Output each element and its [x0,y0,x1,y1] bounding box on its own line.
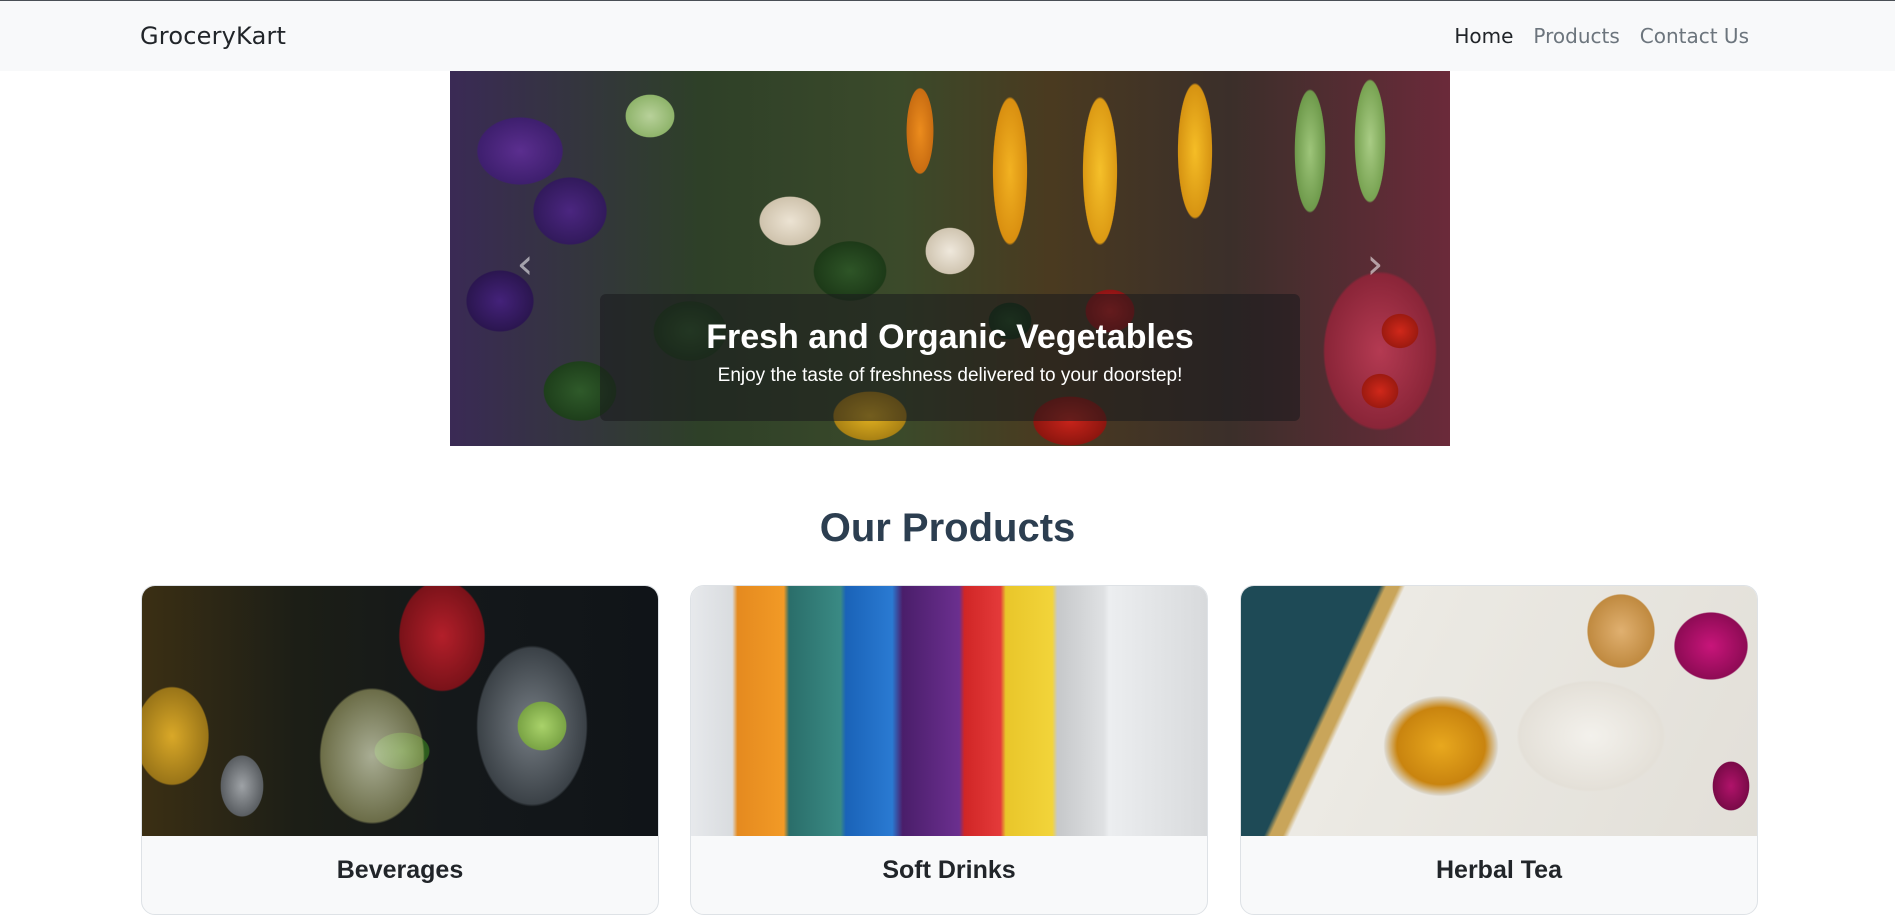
soft-drinks-image [691,586,1207,836]
chevron-left-icon[interactable]: ‹ [512,243,538,285]
hero-carousel: Fresh and Organic Vegetables Enjoy the t… [450,71,1450,446]
nav-link-products[interactable]: Products [1533,24,1619,48]
product-card-beverages[interactable]: Beverages [141,585,659,915]
product-card-title: Soft Drinks [882,856,1016,884]
nav-links: Home Products Contact Us [1454,24,1749,48]
card-body: Herbal Tea [1241,836,1757,885]
products-heading: Our Products [819,506,1076,550]
beverages-image [142,586,658,836]
carousel-caption-backdrop [600,294,1300,421]
nav-link-home[interactable]: Home [1454,24,1513,48]
nav-link-contact-us[interactable]: Contact Us [1640,24,1749,48]
card-body: Beverages [142,836,658,885]
carousel-caption-title: Fresh and Organic Vegetables [706,318,1194,356]
product-card-herbal-tea[interactable]: Herbal Tea [1240,585,1758,915]
card-body: Soft Drinks [691,836,1207,885]
carousel-caption-text: Enjoy the taste of freshness delivered t… [717,365,1183,386]
chevron-right-icon[interactable]: › [1362,243,1388,285]
navbar: GroceryKart Home Products Contact Us [0,1,1895,71]
herbal-tea-image [1241,586,1757,836]
product-card-title: Herbal Tea [1436,856,1562,884]
product-card-title: Beverages [336,856,464,884]
product-card-soft-drinks[interactable]: Soft Drinks [690,585,1208,915]
brand-logo[interactable]: GroceryKart [140,22,286,50]
